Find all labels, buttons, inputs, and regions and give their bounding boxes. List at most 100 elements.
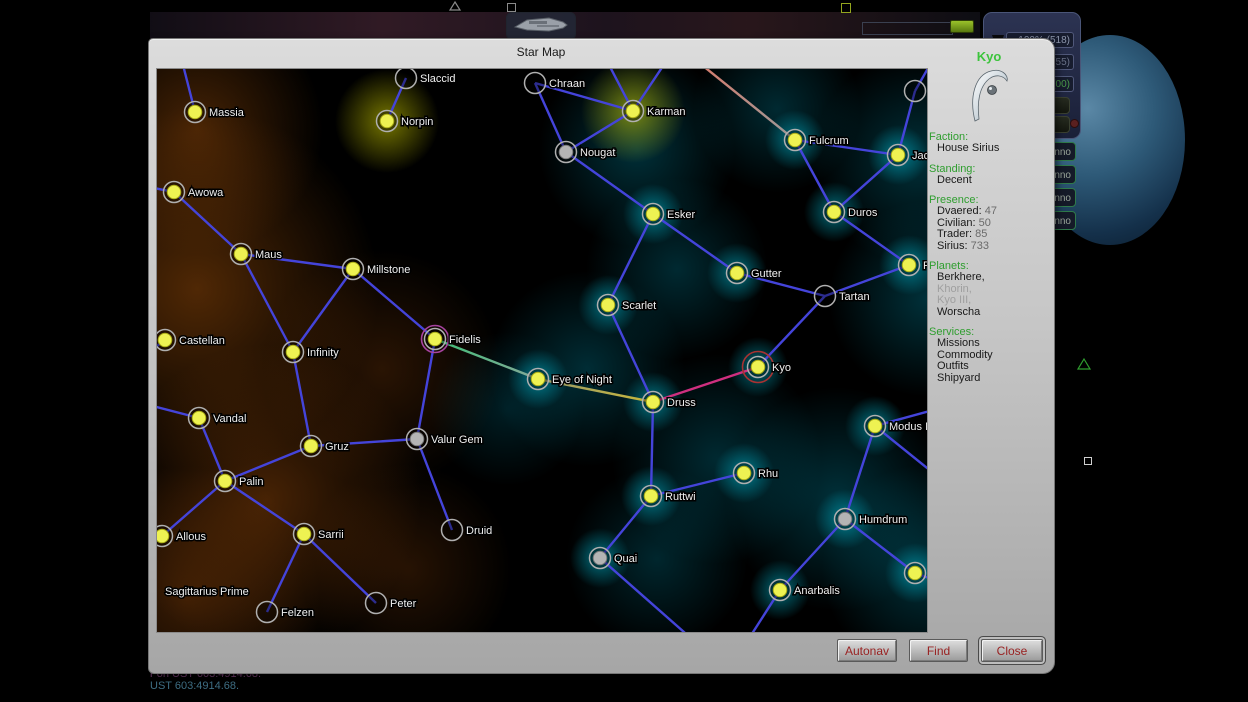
hyperspace-lane (600, 558, 693, 632)
system-node-valurgem[interactable] (407, 429, 428, 450)
system-label: Karman (647, 106, 686, 118)
system-node-sarrii[interactable] (294, 524, 315, 545)
system-node-duros[interactable] (824, 202, 845, 223)
triangle-marker-icon (448, 0, 462, 12)
system-node-palin[interactable] (215, 471, 236, 492)
system-node-castellan[interactable] (157, 330, 176, 351)
hyperspace-lane (417, 339, 435, 439)
target-ship-panel (506, 12, 576, 40)
system-node-brnode[interactable] (905, 563, 926, 584)
standing-label: Standing: (929, 163, 1049, 175)
system-label: Anarbalis (794, 585, 840, 597)
service-item: Missions (937, 338, 1049, 350)
system-node-allous[interactable] (157, 526, 173, 547)
system-label: Druss (667, 397, 696, 409)
system-node-quai[interactable] (590, 548, 611, 569)
system-node-modusm[interactable] (865, 416, 886, 437)
presence-row: Sirius: 733 (937, 241, 1049, 253)
system-node-infinity[interactable] (283, 342, 304, 363)
system-label: Massia (209, 107, 245, 119)
system-node-awowa[interactable] (164, 182, 185, 203)
square-marker-icon (507, 3, 516, 12)
system-label: Gruz (325, 441, 349, 453)
system-node-peter[interactable] (366, 593, 387, 614)
system-label: Peter (390, 598, 417, 610)
system-label: Felzen (281, 607, 314, 619)
system-node-ruttwi[interactable] (641, 486, 662, 507)
ship-icon (507, 13, 573, 37)
system-node-norpin[interactable] (377, 111, 398, 132)
system-node-trring[interactable] (905, 81, 926, 102)
system-label: Vandal (213, 413, 246, 425)
system-node-eyeofnight[interactable] (528, 369, 549, 390)
find-button[interactable]: Find (909, 639, 968, 662)
system-label: Castellan (179, 335, 225, 347)
system-label: Millstone (367, 264, 410, 276)
system-node-fulcrum[interactable] (785, 130, 806, 151)
system-label: Gutter (751, 268, 782, 280)
system-node-scarlet[interactable] (598, 295, 619, 316)
system-node-fidelis[interactable] (422, 326, 449, 353)
system-info-sidebar: Kyo Faction: House Sirius Standing: Dece… (929, 49, 1049, 384)
system-node-slaccid[interactable] (396, 69, 417, 89)
system-node-chraan[interactable] (525, 73, 546, 94)
system-label: Norpin (401, 116, 433, 128)
log-line: UST 603:4914.68. (150, 680, 261, 692)
system-node-massia[interactable] (185, 102, 206, 123)
planet-item: Berkhere, (937, 272, 1049, 284)
hyperspace-lane (417, 439, 452, 530)
target-bracket (862, 22, 953, 35)
hyperspace-lane (304, 534, 376, 603)
system-label: Sagittarius Prime (165, 586, 249, 598)
hyperspace-lane (697, 69, 795, 140)
system-node-kyo[interactable] (743, 352, 774, 383)
system-node-rhu[interactable] (734, 463, 755, 484)
system-label: Kyo (772, 362, 791, 374)
system-node-tartan[interactable] (815, 286, 836, 307)
system-node-fnode[interactable] (899, 255, 920, 276)
system-node-gruz[interactable] (301, 436, 322, 457)
window-title: Star Map (156, 45, 926, 59)
system-label: F (923, 260, 927, 272)
autonav-button[interactable]: Autonav (837, 639, 897, 662)
selected-system-name: Kyo (929, 49, 1049, 64)
hyperspace-lane (353, 269, 435, 339)
system-node-jack[interactable] (888, 145, 909, 166)
system-label: Fidelis (449, 334, 481, 346)
green-triangle-marker-icon (1076, 357, 1092, 371)
system-node-esker[interactable] (643, 204, 664, 225)
system-label: Sarrii (318, 529, 344, 541)
system-label: Palin (239, 476, 263, 488)
system-node-karman[interactable] (623, 101, 644, 122)
hyperspace-lane (162, 481, 225, 536)
star-map-canvas[interactable]: MassiaSlaccidNorpinChraanKarmanNougatFul… (156, 68, 928, 633)
system-node-gutter[interactable] (727, 263, 748, 284)
system-node-millstone[interactable] (343, 259, 364, 280)
system-node-humdrum[interactable] (835, 509, 856, 530)
system-label: Esker (667, 209, 695, 221)
system-label: Ruttwi (665, 491, 696, 503)
hyperspace-lane (780, 519, 845, 590)
hyperspace-lane (653, 214, 737, 273)
white-square-marker-icon (1084, 457, 1092, 465)
system-node-nougat[interactable] (556, 142, 577, 163)
system-node-anarbalis[interactable] (770, 580, 791, 601)
close-button[interactable]: Close (981, 639, 1043, 662)
system-node-druss[interactable] (643, 392, 664, 413)
system-node-druid[interactable] (442, 520, 463, 541)
system-label: Druid (466, 525, 492, 537)
hyperspace-lane (174, 192, 241, 254)
system-node-maus[interactable] (231, 244, 252, 265)
system-label: Humdrum (859, 514, 907, 526)
hyperspace-lane (758, 296, 825, 367)
system-node-felzen[interactable] (257, 602, 278, 623)
system-label: Awowa (188, 187, 224, 199)
hyperspace-lane (225, 446, 311, 481)
planet-item: Kyo III, (937, 295, 1049, 307)
hyperspace-lane (293, 352, 311, 446)
star-map-window: Star Map MassiaSlaccidNorpinChraanKarman… (148, 38, 1055, 674)
system-label: Duros (848, 207, 878, 219)
faction-value: House Sirius (937, 143, 1049, 155)
system-node-vandal[interactable] (189, 408, 210, 429)
service-item: Shipyard (937, 373, 1049, 385)
